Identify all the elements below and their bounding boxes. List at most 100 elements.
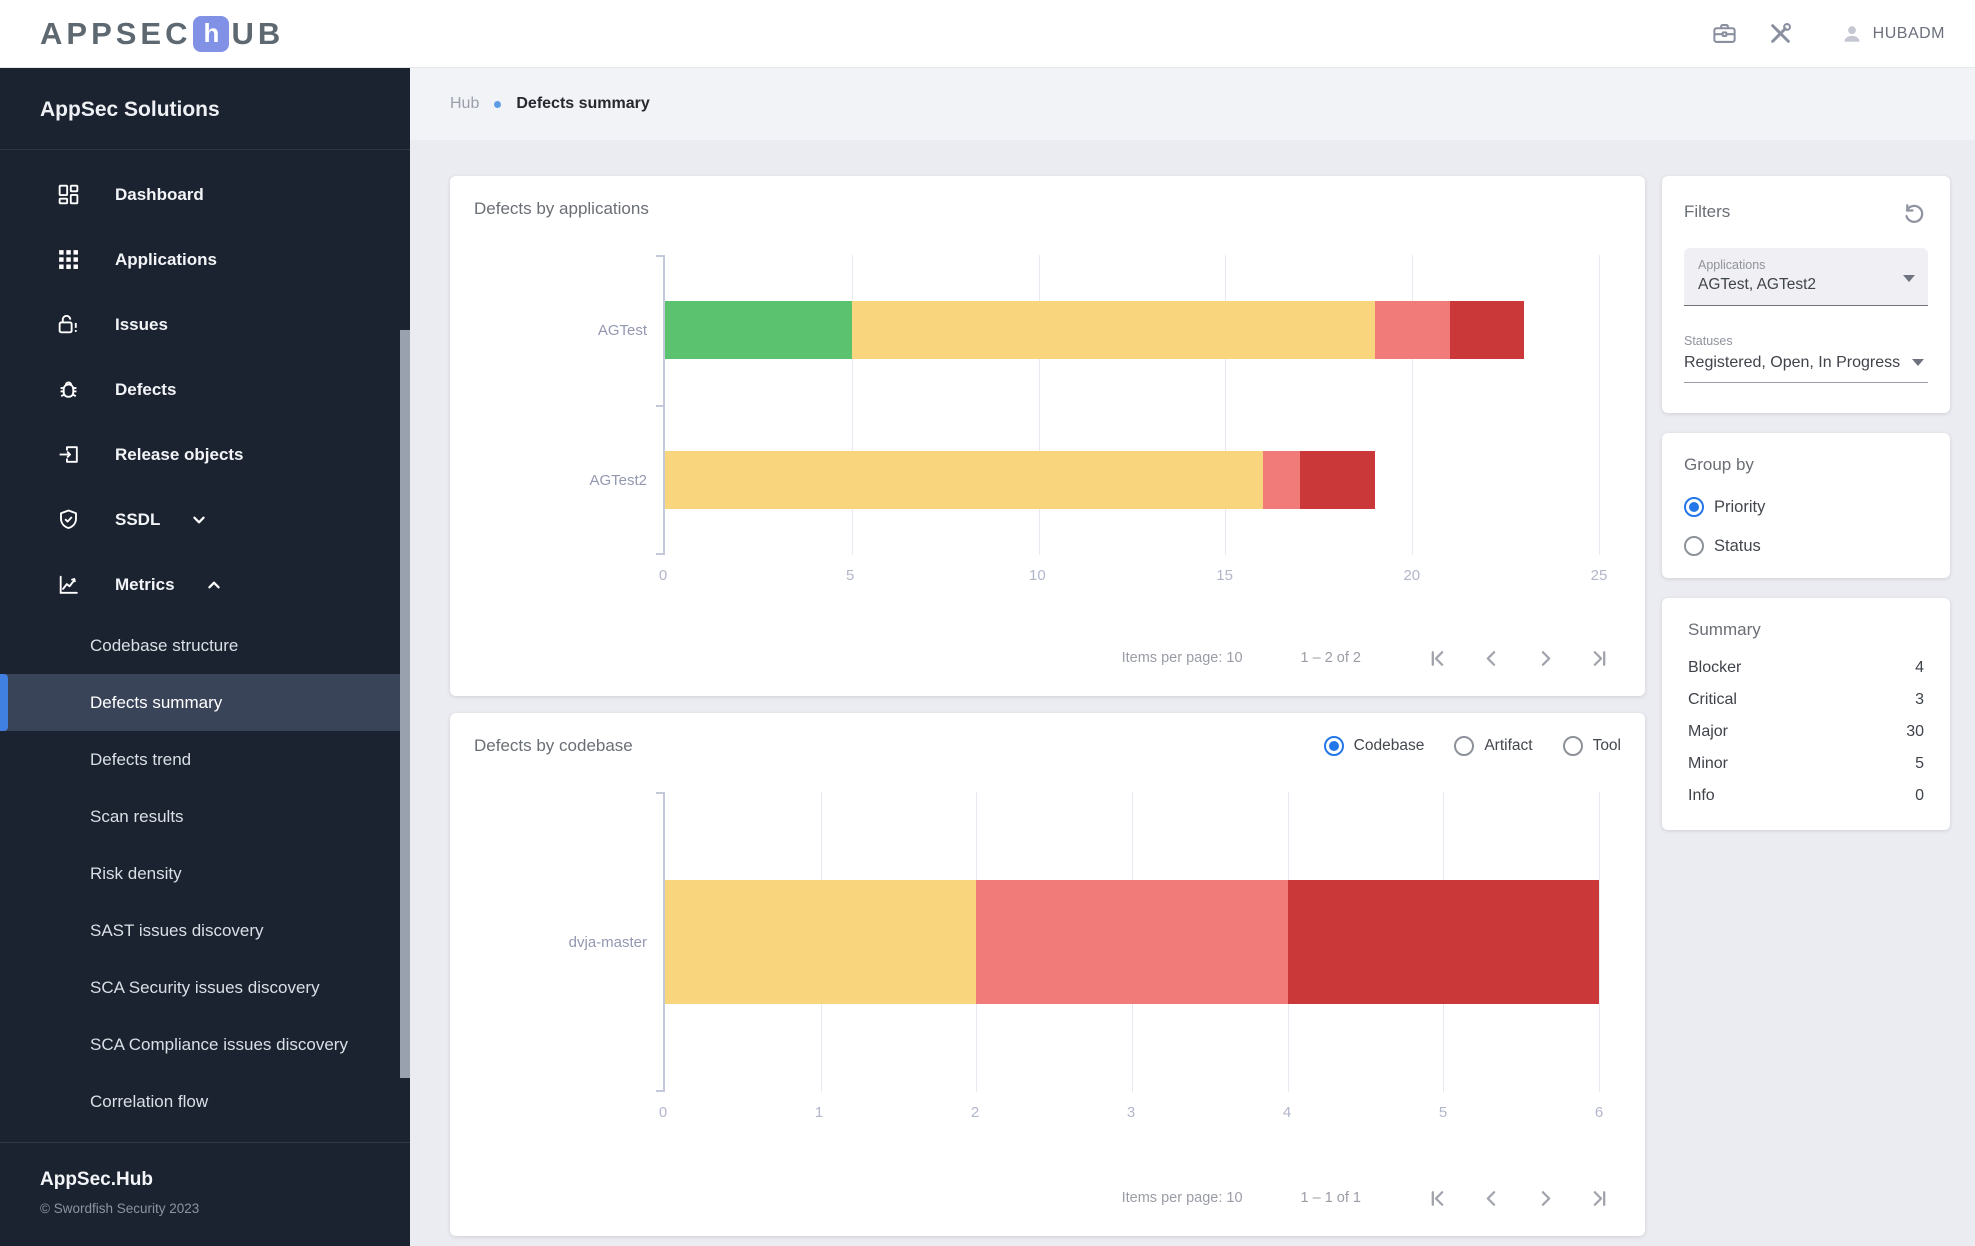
summary-label: Blocker: [1688, 659, 1741, 677]
person-icon: [1840, 22, 1864, 46]
footer-copyright: © Swordfish Security 2023: [40, 1201, 370, 1216]
bar-segment-critical[interactable]: [1263, 451, 1300, 509]
bar-segment-blocker[interactable]: [1288, 880, 1599, 1004]
top-bar: APPSEC h UB HUBADM: [0, 0, 1975, 68]
sidebar-item-sca-security-issues-discovery[interactable]: SCA Security issues discovery: [0, 959, 410, 1016]
first-page-icon[interactable]: [1423, 1184, 1451, 1212]
reset-icon[interactable]: [1900, 198, 1928, 226]
logo-text-suffix: UB: [231, 16, 284, 52]
sidebar-item-label: Metrics: [115, 575, 175, 595]
items-per-page-value[interactable]: 10: [1226, 1190, 1242, 1206]
page-range: 1 – 1 of 1: [1301, 1190, 1361, 1206]
last-page-icon[interactable]: [1585, 1184, 1613, 1212]
first-page-icon[interactable]: [1423, 644, 1451, 672]
apps-grid-icon: [55, 247, 81, 273]
dashboard-icon: [55, 182, 81, 208]
chevron-down-icon: [1903, 275, 1915, 282]
sidebar-item-correlation-flow[interactable]: Correlation flow: [0, 1073, 410, 1130]
gridline: [1599, 255, 1600, 555]
axis-tick: [656, 255, 665, 257]
sidebar-item-risk-density[interactable]: Risk density: [0, 845, 410, 902]
bar-segment-major[interactable]: [852, 301, 1375, 359]
summary-value: 4: [1915, 659, 1924, 677]
content: Defects by applications AGTestAGTest2 05…: [410, 140, 1975, 1246]
items-per-page-label: Items per page:: [1122, 1190, 1223, 1206]
bar-segment-blocker[interactable]: [1450, 301, 1525, 359]
radio-codebase[interactable]: Codebase: [1324, 736, 1425, 756]
bar-segment-minor[interactable]: [665, 301, 852, 359]
radio-status[interactable]: Status: [1684, 536, 1928, 556]
sidebar-item-codebase-structure[interactable]: Codebase structure: [0, 617, 410, 674]
sidebar-scrollbar[interactable]: [400, 330, 410, 1078]
paginator: Items per page: 10 1 – 1 of 1: [474, 1184, 1621, 1216]
stacked-bar: [665, 301, 1599, 359]
user-menu[interactable]: HUBADM: [1840, 22, 1945, 46]
bug-icon: [55, 377, 81, 403]
radio-unselected-icon: [1454, 736, 1474, 756]
sidebar-item-defects-summary[interactable]: Defects summary: [0, 674, 410, 731]
metrics-chart-icon: [55, 572, 81, 598]
shield-check-icon: [55, 507, 81, 533]
sidebar-item-sca-compliance-issues-discovery[interactable]: SCA Compliance issues discovery: [0, 1016, 410, 1073]
sidebar-item-applications[interactable]: Applications: [0, 227, 410, 292]
summary-row-major: Major 30: [1688, 716, 1924, 748]
category-label: AGTest: [474, 255, 663, 405]
tools-icon[interactable]: [1766, 19, 1796, 49]
bar-segment-major[interactable]: [665, 451, 1263, 509]
previous-page-icon[interactable]: [1477, 644, 1505, 672]
applications-select[interactable]: Applications AGTest, AGTest2: [1684, 248, 1928, 306]
sidebar: AppSec Solutions Dashboard Ap: [0, 68, 410, 1246]
radio-label: Artifact: [1484, 737, 1532, 755]
sidebar-item-scan-results[interactable]: Scan results: [0, 788, 410, 845]
summary-row-minor: Minor 5: [1688, 748, 1924, 780]
sidebar-item-issues[interactable]: Issues: [0, 292, 410, 357]
chart-title: Defects by applications: [474, 199, 649, 219]
summary-value: 3: [1915, 691, 1924, 709]
stacked-bar: [665, 880, 1599, 1004]
category-label: AGTest2: [474, 405, 663, 555]
radio-tool[interactable]: Tool: [1563, 736, 1621, 756]
briefcase-icon[interactable]: [1710, 19, 1740, 49]
summary-row-info: Info 0: [1688, 780, 1924, 812]
sidebar-item-label: Dashboard: [115, 185, 204, 205]
bar-segment-critical[interactable]: [1375, 301, 1450, 359]
logo-h-icon: h: [193, 16, 229, 52]
defects-by-codebase-chart: dvja-master 0123456: [474, 792, 1621, 1126]
items-per-page-value[interactable]: 10: [1226, 650, 1242, 666]
x-tick-label: 0: [659, 1104, 667, 1121]
sidebar-item-sast-issues-discovery[interactable]: SAST issues discovery: [0, 902, 410, 959]
radio-priority[interactable]: Priority: [1684, 497, 1928, 517]
axis-tick: [656, 1090, 665, 1092]
sub-item-label: Codebase structure: [90, 636, 238, 656]
sidebar-item-defects-trend[interactable]: Defects trend: [0, 731, 410, 788]
x-tick-label: 3: [1127, 1104, 1135, 1121]
sidebar-item-ssdl[interactable]: SSDL: [0, 487, 410, 552]
breadcrumb-hub-link[interactable]: Hub: [450, 95, 479, 113]
stacked-bar: [665, 451, 1599, 509]
bar-segment-critical[interactable]: [976, 880, 1287, 1004]
sidebar-item-metrics[interactable]: Metrics: [0, 552, 410, 617]
axis-tick: [656, 792, 665, 794]
radio-artifact[interactable]: Artifact: [1454, 736, 1532, 756]
previous-page-icon[interactable]: [1477, 1184, 1505, 1212]
summary-label: Minor: [1688, 755, 1728, 773]
group-by-card: Group by Priority Status: [1662, 433, 1950, 578]
last-page-icon[interactable]: [1585, 644, 1613, 672]
x-tick-label: 4: [1283, 1104, 1291, 1121]
radio-unselected-icon: [1684, 536, 1704, 556]
sidebar-item-dashboard[interactable]: Dashboard: [0, 162, 410, 227]
summary-rows: Blocker 4 Critical 3 Major 30 Minor 5: [1688, 652, 1924, 812]
next-page-icon[interactable]: [1531, 644, 1559, 672]
sub-item-label: SCA Security issues discovery: [90, 978, 320, 998]
bar-segment-major[interactable]: [665, 880, 976, 1004]
sidebar-item-release-objects[interactable]: Release objects: [0, 422, 410, 487]
sidebar-item-defects[interactable]: Defects: [0, 357, 410, 422]
x-tick-label: 0: [659, 567, 667, 584]
breadcrumb-separator-dot: [494, 101, 501, 108]
statuses-select[interactable]: Statuses Registered, Open, In Progress: [1684, 334, 1928, 383]
bar-segment-blocker[interactable]: [1300, 451, 1375, 509]
filters-title: Filters: [1684, 202, 1730, 222]
next-page-icon[interactable]: [1531, 1184, 1559, 1212]
breadcrumb-current-page: Defects summary: [516, 95, 649, 113]
sidebar-title: AppSec Solutions: [0, 68, 410, 150]
